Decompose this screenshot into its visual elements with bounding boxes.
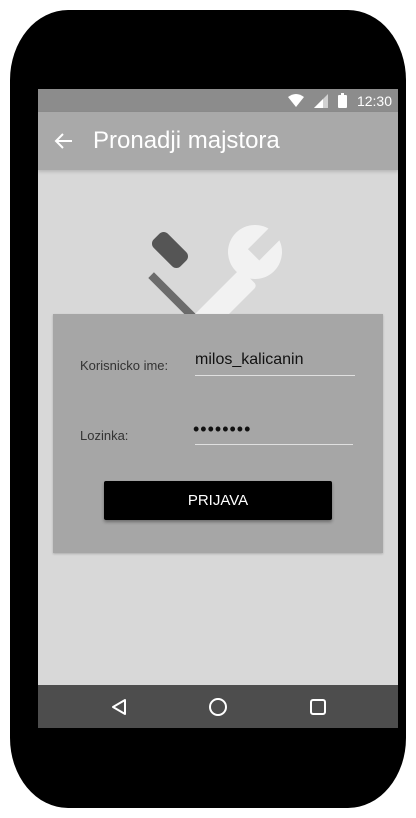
username-label: Korisnicko ime: bbox=[80, 358, 169, 373]
password-label: Lozinka: bbox=[80, 428, 129, 443]
login-button[interactable]: PRIJAVA bbox=[104, 481, 332, 520]
recents-square-icon bbox=[310, 699, 326, 715]
wifi-icon bbox=[287, 93, 304, 107]
nav-back-button[interactable] bbox=[104, 692, 134, 722]
nav-home-button[interactable] bbox=[203, 692, 233, 722]
arrow-left-icon[interactable] bbox=[52, 129, 76, 153]
nav-recents-button[interactable] bbox=[303, 692, 333, 722]
signal-icon bbox=[313, 93, 328, 108]
screen: 12:30 Pronadji majstora Korisnicko ime: … bbox=[38, 89, 398, 728]
page-title: Pronadji majstora bbox=[93, 127, 280, 154]
password-field[interactable]: •••••••• bbox=[193, 419, 251, 440]
status-time: 12:30 bbox=[356, 92, 392, 109]
login-card: Korisnicko ime: milos_kalicanin Lozinka:… bbox=[53, 314, 383, 553]
password-underline bbox=[195, 444, 353, 445]
status-bar: 12:30 bbox=[38, 89, 398, 112]
back-triangle-icon bbox=[112, 699, 126, 715]
battery-icon bbox=[337, 93, 347, 108]
phone-frame: 12:30 Pronadji majstora Korisnicko ime: … bbox=[10, 10, 406, 808]
app-bar: Pronadji majstora bbox=[38, 112, 398, 170]
username-underline bbox=[195, 375, 355, 376]
nav-bar bbox=[38, 685, 398, 728]
username-field[interactable]: milos_kalicanin bbox=[195, 351, 304, 369]
home-circle-icon bbox=[209, 698, 227, 716]
